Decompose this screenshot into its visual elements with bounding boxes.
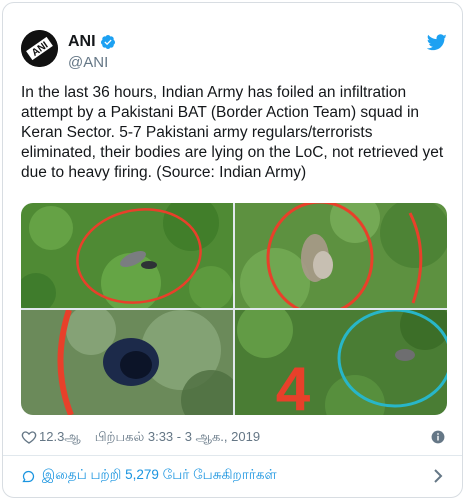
media-grid[interactable]: 4 [21, 203, 447, 415]
account-name[interactable]: ANI [68, 33, 96, 51]
info-icon[interactable] [431, 430, 445, 444]
avatar[interactable]: ANI [21, 30, 58, 67]
media-image-3[interactable] [21, 310, 233, 415]
speech-bubble-icon [22, 470, 35, 482]
tweet-timestamp[interactable]: பிற்பகல் 3:33 - 3 ஆக., 2019 [95, 429, 260, 446]
account-name-line: ANI [68, 33, 116, 51]
tweet-header: ANI ANI @ANI [21, 30, 447, 74]
media-image-2[interactable] [235, 203, 447, 308]
chevron-right-icon[interactable] [433, 469, 443, 483]
media-image-4[interactable]: 4 [235, 310, 447, 415]
tweet-meta: 12.3ஆ பிற்பகல் 3:33 - 3 ஆக., 2019 [21, 427, 447, 447]
tweet-text: In the last 36 hours, Indian Army has fo… [21, 84, 444, 181]
divider [3, 455, 462, 456]
media-image-1[interactable] [21, 203, 233, 308]
like-count[interactable]: 12.3ஆ [39, 429, 81, 446]
verified-badge-icon [100, 35, 115, 49]
media-overlay-number: 4 [276, 355, 311, 415]
account-handle[interactable]: @ANI [68, 54, 108, 71]
tweet-card[interactable]: ANI ANI @ANI In the last 36 hours, India… [2, 2, 463, 498]
conversation-link[interactable]: இதைப் பற்றி 5,279 பேர் பேசுகிறார்கள் [21, 465, 447, 487]
conversation-label[interactable]: இதைப் பற்றி 5,279 பேர் பேசுகிறார்கள் [42, 467, 277, 485]
heart-icon[interactable] [21, 429, 37, 445]
twitter-bird-icon[interactable] [427, 34, 447, 51]
